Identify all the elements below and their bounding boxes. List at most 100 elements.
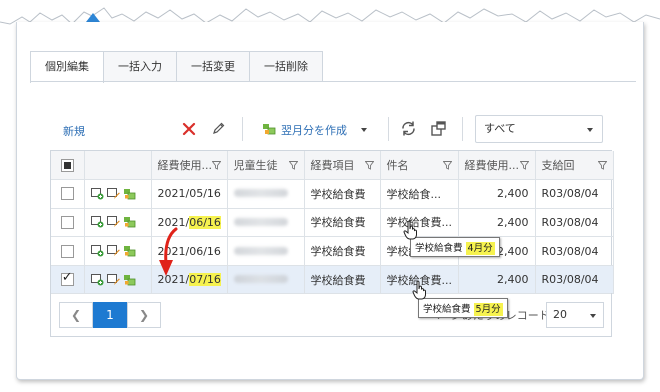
prev-page-button[interactable]: ❮ bbox=[59, 302, 93, 328]
column-header-label: 経費項目 bbox=[310, 159, 355, 173]
tab-bulk-input[interactable]: 一括入力 bbox=[103, 51, 177, 82]
date-highlight: 07/16 bbox=[189, 273, 221, 287]
student-cell bbox=[227, 236, 305, 266]
chevron-down-icon[interactable] bbox=[361, 128, 367, 132]
edit-pencil-icon[interactable] bbox=[211, 121, 226, 136]
tooltip-text: 学校給食費 bbox=[415, 243, 463, 254]
expense-item-cell: 学校給食費 bbox=[304, 236, 381, 266]
tab-individual-edit[interactable]: 個別編集 bbox=[30, 51, 104, 83]
tooltip: 学校給食費 4月分 bbox=[410, 237, 500, 257]
select-all-checkbox[interactable] bbox=[60, 158, 74, 172]
chevron-down-icon bbox=[587, 128, 593, 132]
tab-bulk-change[interactable]: 一括変更 bbox=[176, 51, 250, 82]
table-row[interactable]: 2021/06/16 学校給食費 学校給食費... 2,400 R03/08/0… bbox=[51, 208, 614, 238]
column-header-student[interactable]: 児童生徒 bbox=[227, 151, 305, 181]
edit-row-icon[interactable] bbox=[106, 187, 120, 200]
hand-cursor-icon bbox=[412, 280, 426, 300]
filter-icon[interactable] bbox=[519, 161, 529, 170]
column-header-expense-item[interactable]: 経費項目 bbox=[304, 151, 381, 181]
table-row[interactable]: 2021/06/16 学校給食費 学校給食費... 2,400 R03/08/0… bbox=[51, 236, 614, 266]
column-header-amount[interactable]: 経費使用... bbox=[458, 151, 536, 181]
row-checkbox[interactable] bbox=[60, 215, 74, 229]
copy-row-icon[interactable] bbox=[123, 274, 136, 286]
filter-icon[interactable] bbox=[288, 161, 298, 170]
row-actions-cell bbox=[84, 236, 152, 266]
tooltip-highlight: 5月分 bbox=[473, 303, 503, 316]
popout-window-icon[interactable] bbox=[430, 120, 447, 137]
payment-cell: R03/08/04 bbox=[535, 236, 614, 266]
expense-item-cell: 学校給食費 bbox=[304, 265, 381, 295]
filter-icon[interactable] bbox=[442, 161, 452, 170]
row-select-cell[interactable] bbox=[51, 265, 85, 295]
toolbar: 新規 翌月分を作成 すべて bbox=[48, 113, 608, 145]
subject-cell: 学校給食費... bbox=[380, 208, 459, 238]
column-header-date[interactable]: 経費使用... bbox=[151, 151, 228, 181]
add-row-icon[interactable] bbox=[90, 273, 104, 286]
row-actions bbox=[90, 273, 145, 286]
add-row-icon[interactable] bbox=[90, 216, 104, 228]
amount-cell: 2,400 bbox=[458, 265, 536, 295]
column-header-label: 件名 bbox=[386, 159, 409, 173]
filter-select[interactable]: すべて bbox=[475, 115, 603, 143]
delete-icon[interactable] bbox=[182, 122, 196, 136]
edit-row-icon[interactable] bbox=[106, 273, 120, 286]
pager: ❮ 1 ❯ ページあたりのレコード数 20 bbox=[50, 293, 612, 337]
toolbar-separator bbox=[388, 117, 389, 141]
row-checkbox[interactable] bbox=[60, 244, 74, 258]
add-row-icon[interactable] bbox=[90, 245, 104, 257]
expense-item-cell: 学校給食費 bbox=[304, 208, 381, 238]
hand-cursor-icon bbox=[403, 220, 417, 240]
edit-row-icon[interactable] bbox=[106, 216, 120, 228]
redacted-student-name bbox=[233, 189, 288, 198]
current-page-button[interactable]: 1 bbox=[93, 302, 127, 328]
copy-row-icon[interactable] bbox=[123, 216, 136, 228]
copy-row-icon[interactable] bbox=[123, 188, 136, 200]
payment-cell: R03/08/04 bbox=[535, 179, 614, 209]
student-cell bbox=[227, 265, 305, 295]
row-actions-cell bbox=[84, 265, 152, 295]
date-highlight: 06/16 bbox=[189, 215, 221, 229]
filter-icon[interactable] bbox=[597, 161, 607, 170]
column-header-subject[interactable]: 件名 bbox=[380, 151, 459, 181]
redacted-student-name bbox=[233, 275, 288, 284]
tab-bulk-delete[interactable]: 一括削除 bbox=[249, 51, 323, 82]
tooltip-highlight: 4月分 bbox=[465, 242, 495, 255]
create-next-month-label: 翌月分を作成 bbox=[281, 124, 347, 137]
filter-icon[interactable] bbox=[211, 161, 221, 170]
new-link[interactable]: 新規 bbox=[63, 123, 85, 139]
row-select-cell[interactable] bbox=[51, 208, 85, 238]
page-size-select[interactable]: 20 bbox=[546, 302, 604, 328]
tooltip: 学校給食費 5月分 bbox=[418, 298, 508, 318]
grid-header-row: 経費使用... 児童生徒 経費項目 件名 経費使用... 支給回 bbox=[51, 151, 614, 181]
table-row[interactable]: 2021/05/16 学校給食費 学校給食... 2,400 R03/08/04 bbox=[51, 179, 614, 209]
row-select-cell[interactable] bbox=[51, 236, 85, 266]
tooltip-text: 学校給食費 bbox=[423, 304, 471, 315]
tab-divider bbox=[30, 81, 636, 82]
row-checkbox[interactable] bbox=[60, 187, 74, 201]
redacted-student-name bbox=[233, 246, 288, 255]
data-grid: 経費使用... 児童生徒 経費項目 件名 経費使用... 支給回 2021/05… bbox=[50, 150, 614, 295]
row-actions-cell bbox=[84, 179, 152, 209]
refresh-icon[interactable] bbox=[400, 120, 417, 137]
edit-row-icon[interactable] bbox=[106, 245, 120, 257]
student-cell bbox=[227, 208, 305, 238]
filter-icon[interactable] bbox=[364, 161, 374, 170]
row-actions bbox=[90, 216, 145, 228]
next-page-button[interactable]: ❯ bbox=[127, 302, 161, 328]
row-select-cell[interactable] bbox=[51, 179, 85, 209]
chevron-down-icon bbox=[590, 314, 596, 318]
table-row[interactable]: 2021/07/16 学校給食費 学校給食費... 2,400 R03/08/0… bbox=[51, 265, 614, 295]
tab-bar: 個別編集 一括入力 一括変更 一括削除 bbox=[30, 51, 323, 83]
column-header-payment[interactable]: 支給回 bbox=[535, 151, 614, 181]
create-next-month-button[interactable]: 翌月分を作成 bbox=[262, 122, 367, 138]
add-row-icon[interactable] bbox=[90, 187, 104, 200]
row-checkbox[interactable] bbox=[60, 270, 74, 287]
select-all-header[interactable] bbox=[51, 151, 85, 181]
amount-cell: 2,400 bbox=[458, 208, 536, 238]
page-size-value: 20 bbox=[553, 308, 567, 321]
row-actions-cell bbox=[84, 208, 152, 238]
copy-row-icon[interactable] bbox=[123, 245, 136, 257]
date-text: 2021/05/16 bbox=[157, 187, 221, 201]
column-header-label: 支給回 bbox=[541, 159, 575, 173]
toolbar-separator bbox=[242, 117, 243, 141]
